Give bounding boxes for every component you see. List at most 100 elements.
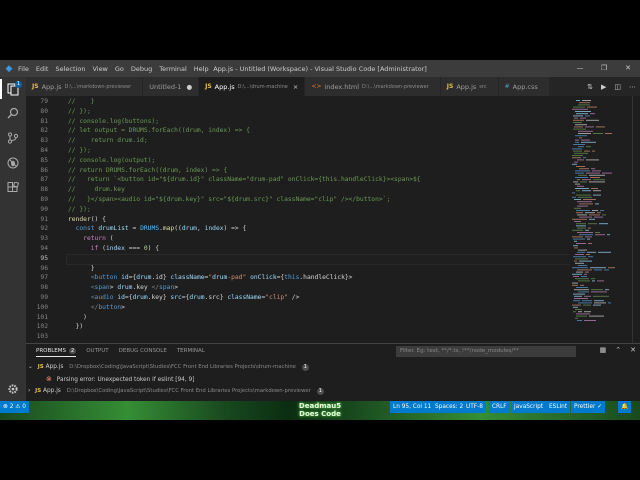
modified-dot-icon[interactable]: ● [186,83,192,91]
code-text: </button> [90,303,125,311]
notifications-icon[interactable]: 🔔 [618,401,632,413]
editor-tab[interactable]: <> index.html D:\...\markdown-previewer [305,77,441,96]
code-line[interactable]: 89 // }</span><audio id="${drum.key}" src… [26,195,570,205]
line-number: 95 [40,254,48,262]
menu-file[interactable]: File [18,65,29,73]
code-line[interactable]: 101 ) [26,313,570,323]
close-icon[interactable]: ✕ [616,60,640,77]
close-tab-icon[interactable]: × [293,83,298,91]
code-text: // return `<button id="${drum.id}" class… [68,176,421,184]
js-file-icon: JS [446,83,454,90]
code-line[interactable]: 84 // }); [26,146,570,156]
indentation[interactable]: Spaces: 2 [432,401,467,413]
line-endings[interactable]: CRLF [489,401,510,413]
problem-message-row[interactable]: ⊗ Parsing error: Unexpected token if esl… [26,373,640,385]
code-line[interactable]: 97 <button id={drum.id} className="drum-… [26,273,570,283]
code-line[interactable]: 94 if (index === 0) { [26,244,570,254]
vscode-logo-icon: ◆ [5,63,13,74]
code-line[interactable]: 85 // console.log(output); [26,156,570,166]
search-icon[interactable] [0,103,26,123]
panel-tab-terminal[interactable]: Terminal [177,346,205,356]
chevron-down-icon: ⌄ [28,364,33,370]
code-line[interactable]: 90 // }); [26,205,570,215]
editor-tab[interactable]: Untitled-1 ● [143,77,200,96]
code-text: // let output = DRUMS.forEach((drum, ind… [68,127,250,135]
source-control-icon[interactable] [0,128,26,148]
code-line[interactable]: 83 // return drum.id; [26,136,570,146]
menu-help[interactable]: Help [194,65,209,73]
line-number: 103 [36,333,48,341]
css-file-icon: # [504,83,510,90]
code-line[interactable]: 93 return ( [26,234,570,244]
code-line[interactable]: 91 render() { [26,215,570,225]
problems-filter-input[interactable]: Filter. Eg: text, **/*.ts, !**/node_modu… [396,346,576,357]
editor-tab[interactable]: JS App.js D:\...\drum-machine × [199,77,306,96]
menu-selection[interactable]: Selection [55,65,85,73]
close-panel-icon[interactable]: ✕ [630,346,636,354]
problems-status[interactable]: ⊗ 2 ⚠ 0 [0,401,29,413]
explorer-badge: 1 [15,81,22,88]
encoding[interactable]: UTF-8 [463,401,486,413]
line-number: 96 [40,264,48,272]
code-line[interactable]: 95 [26,253,570,265]
tab-description: D:\...\markdown-previewer [362,83,429,90]
collapse-all-icon[interactable]: ▦ [600,346,607,354]
line-number: 84 [40,147,48,154]
split-editor-icon[interactable]: ◫ [614,83,621,91]
menu-edit[interactable]: Edit [36,65,49,73]
maximize-panel-icon[interactable]: ⌃ [615,346,621,354]
explorer-icon[interactable]: 1 [0,79,26,99]
extensions-icon[interactable] [0,178,26,198]
maximize-icon[interactable]: ❐ [592,60,616,77]
problem-file-name: App.js [45,364,64,370]
editor-tab[interactable]: # App.css [498,77,550,96]
problem-file-row[interactable]: › JS App.js D:\Dropbox\Coding\JavaScript… [26,385,640,397]
problem-file-row[interactable]: ⌄ JS App.js D:\Dropbox\Coding\JavaScript… [26,361,640,373]
tab-label: App.js [214,82,235,91]
debug-icon[interactable] [0,153,26,173]
language-mode[interactable]: JavaScript [511,401,547,413]
code-line[interactable]: 88 // drum.key [26,185,570,195]
code-line[interactable]: 99 <audio id={drum.key} src={drum.src} c… [26,293,570,303]
code-line[interactable]: 79 // } [26,97,570,107]
menu-debug[interactable]: Debug [131,65,152,73]
editor-tab[interactable]: JS App.js D:\...\markdown-previewer [26,77,144,96]
code-line[interactable]: 103 [26,332,570,342]
code-line[interactable]: 100 </button> [26,303,570,313]
menu-go[interactable]: Go [115,65,124,73]
panel-tab-label: Output [86,348,109,354]
code-line[interactable]: 80 // }); [26,107,570,117]
bottom-panel: Problems 2 Output Debug Console Terminal Fil… [26,343,640,402]
eslint-status[interactable]: ESLint [546,401,571,413]
code-line[interactable]: 96 } [26,264,570,274]
code-line[interactable]: 92 const drumList = DRUMS.map((drum, ind… [26,224,570,234]
run-icon[interactable]: ▶ [601,83,606,91]
prettier-status[interactable]: Prettier ✓ [571,401,606,413]
line-number: 82 [40,127,48,135]
more-actions-icon[interactable]: ⋯ [629,83,636,91]
code-line[interactable]: 81 // console.log(buttons); [26,117,570,127]
code-line[interactable]: 86 // return DRUMS.forEach((drum, index) … [26,166,570,176]
code-line[interactable]: 87 // return `<button id="${drum.id}" cla… [26,175,570,185]
code-text: ) [68,313,87,321]
line-number: 83 [40,137,48,145]
error-icon: ⊗ [46,375,52,383]
minimize-icon[interactable]: — [568,60,592,77]
editor-tab[interactable]: JS App.js src [440,77,499,96]
code-text: <audio id={drum.key} src={drum.src} clas… [90,294,300,301]
menu-terminal[interactable]: Terminal [159,65,186,73]
panel-tab-debug-console[interactable]: Debug Console [119,346,167,356]
open-changes-icon[interactable]: ⇅ [587,83,593,91]
panel-tab-output[interactable]: Output [86,346,108,356]
code-line[interactable]: 102 }) [26,322,570,332]
code-line[interactable]: 82 // let output = DRUMS.forEach((drum, i… [26,126,570,136]
cursor-position[interactable]: Ln 95, Col 11 [390,401,435,413]
settings-gear-icon[interactable] [0,379,26,399]
panel-tab-problems[interactable]: Problems 2 [36,346,77,357]
html-file-icon: <> [311,83,322,90]
line-number: 94 [40,245,48,252]
code-line[interactable]: 98 <span> drum.key </span> [26,283,570,293]
minimap[interactable] [570,96,632,326]
tab-label: App.js [41,82,62,91]
menu-view[interactable]: View [92,65,107,73]
